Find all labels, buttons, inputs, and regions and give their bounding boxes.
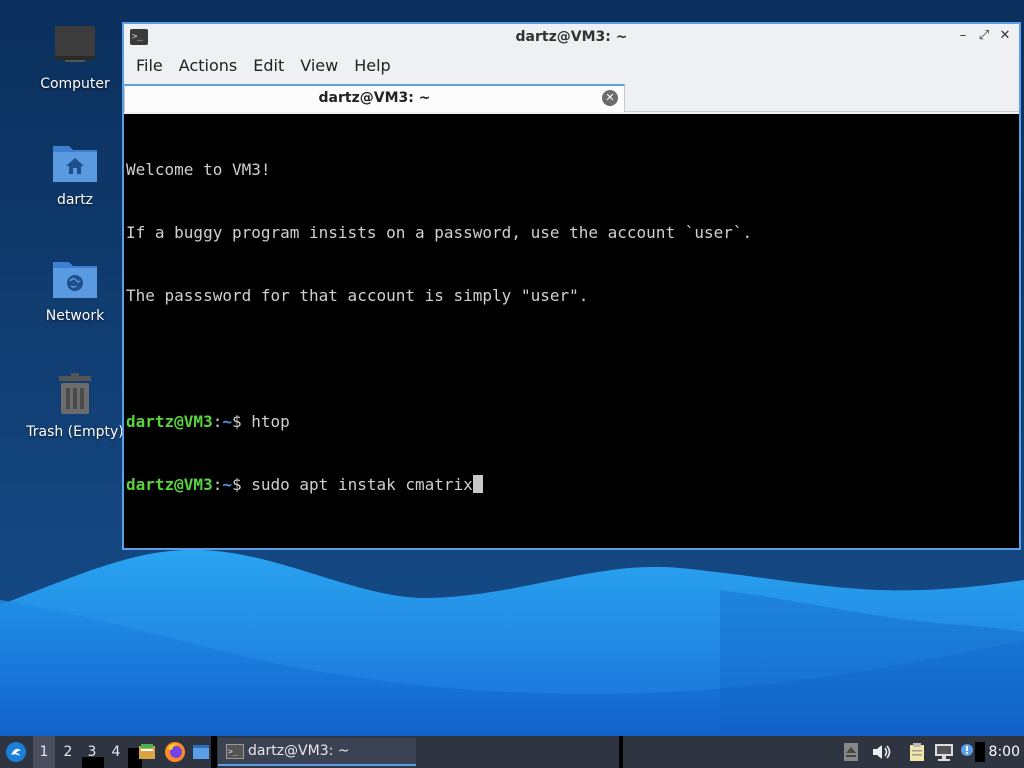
terminal-app-icon[interactable]: >_ <box>130 29 148 45</box>
network-folder-icon <box>51 256 99 304</box>
taskbar: 1 2 3 4 >_ dartz@VM3: ~ 8:00 <box>0 736 1024 768</box>
taskbar-task-terminal[interactable]: >_ dartz@VM3: ~ <box>218 738 416 766</box>
menu-view[interactable]: View <box>292 50 346 82</box>
terminal-output[interactable]: Welcome to VM3! If a buggy program insis… <box>124 114 1019 548</box>
volume-icon <box>873 745 891 759</box>
prompt-separator: : <box>212 475 223 494</box>
tab-close-icon[interactable]: ✕ <box>602 90 618 106</box>
trash-icon <box>51 372 99 420</box>
terminal-cursor <box>472 475 483 493</box>
lubuntu-logo-icon <box>6 742 26 762</box>
menu-actions[interactable]: Actions <box>171 50 245 82</box>
window-title: dartz@VM3: ~ <box>515 29 628 45</box>
terminal-command-input[interactable]: sudo apt instak cmatrix <box>251 475 473 494</box>
desktop-icon-trash[interactable]: Trash (Empty) <box>20 372 130 440</box>
volume-button[interactable] <box>870 736 892 768</box>
eject-icon <box>844 743 858 761</box>
prompt-separator: : <box>212 412 223 431</box>
clock[interactable]: 8:00 <box>989 736 1020 768</box>
desktop-icon-network[interactable]: Network <box>20 256 130 324</box>
terminal-prompt-line: dartz@VM3:~$ sudo apt instak cmatrix <box>126 474 1017 495</box>
terminal-line: The passsword for that account is simply… <box>126 286 589 305</box>
menu-help[interactable]: Help <box>346 50 398 82</box>
info-icon <box>961 744 973 756</box>
minimize-icon[interactable]: – <box>955 28 971 44</box>
taskbar-artifact <box>82 757 104 768</box>
firefox-launcher[interactable] <box>163 736 187 768</box>
prompt-symbol: $ <box>231 475 252 494</box>
menu-file[interactable]: File <box>128 50 171 82</box>
desktop-icon-computer[interactable]: Computer <box>20 24 130 92</box>
prompt-symbol: $ <box>231 412 252 431</box>
computer-icon <box>51 24 99 72</box>
maximize-icon[interactable]: ⤢ <box>976 28 992 44</box>
terminal-window[interactable]: >_ dartz@VM3: ~ – ⤢ ✕ File Actions Edit … <box>122 22 1021 550</box>
network-wired-icon <box>935 744 953 761</box>
file-manager-launcher[interactable] <box>137 736 157 768</box>
tab-bar: dartz@VM3: ~ ✕ <box>124 82 1019 112</box>
show-desktop-button[interactable] <box>191 736 211 768</box>
window-titlebar[interactable]: >_ dartz@VM3: ~ – ⤢ ✕ <box>124 24 1019 50</box>
firefox-icon <box>165 742 185 762</box>
menubar: File Actions Edit View Help <box>124 50 1019 82</box>
home-folder-icon <box>51 140 99 188</box>
prompt-user: dartz@VM3 <box>126 412 213 431</box>
desktop-icon-label: Trash (Empty) <box>26 424 124 440</box>
terminal-prompt-line: dartz@VM3:~$ htop <box>126 411 1017 432</box>
taskbar-separator <box>619 736 623 768</box>
desktop-icon-dartz[interactable]: dartz <box>20 140 130 208</box>
desktop-icon-label: dartz <box>56 192 94 208</box>
network-status-button[interactable] <box>933 736 955 768</box>
terminal-task-icon: >_ <box>226 744 244 759</box>
terminal-line: Welcome to VM3! <box>126 160 271 179</box>
terminal-line: If a buggy program insists on a password… <box>126 223 753 242</box>
close-icon[interactable]: ✕ <box>997 28 1013 44</box>
start-menu-button[interactable] <box>4 736 28 768</box>
terminal-tab[interactable]: dartz@VM3: ~ ✕ <box>124 84 625 112</box>
prompt-path: ~ <box>222 412 232 431</box>
taskbar-separator <box>211 736 217 768</box>
notification-button[interactable] <box>959 736 975 768</box>
desktop-icon-label: Computer <box>40 76 110 92</box>
taskbar-artifact <box>975 742 985 762</box>
clipboard-button[interactable] <box>906 736 928 768</box>
file-manager-icon <box>139 744 155 759</box>
workspace-2[interactable]: 2 <box>57 736 79 768</box>
workspace-4[interactable]: 4 <box>105 736 127 768</box>
tab-label: dartz@VM3: ~ <box>318 90 431 106</box>
workspace-1[interactable]: 1 <box>33 736 55 768</box>
prompt-user: dartz@VM3 <box>126 475 213 494</box>
desktop-icon <box>193 745 209 759</box>
menu-edit[interactable]: Edit <box>245 50 292 82</box>
prompt-path: ~ <box>222 475 232 494</box>
task-label: dartz@VM3: ~ <box>248 743 350 759</box>
clipboard-icon <box>910 743 924 761</box>
eject-button[interactable] <box>842 736 860 768</box>
desktop-icon-label: Network <box>45 308 105 324</box>
terminal-command: htop <box>251 412 290 431</box>
